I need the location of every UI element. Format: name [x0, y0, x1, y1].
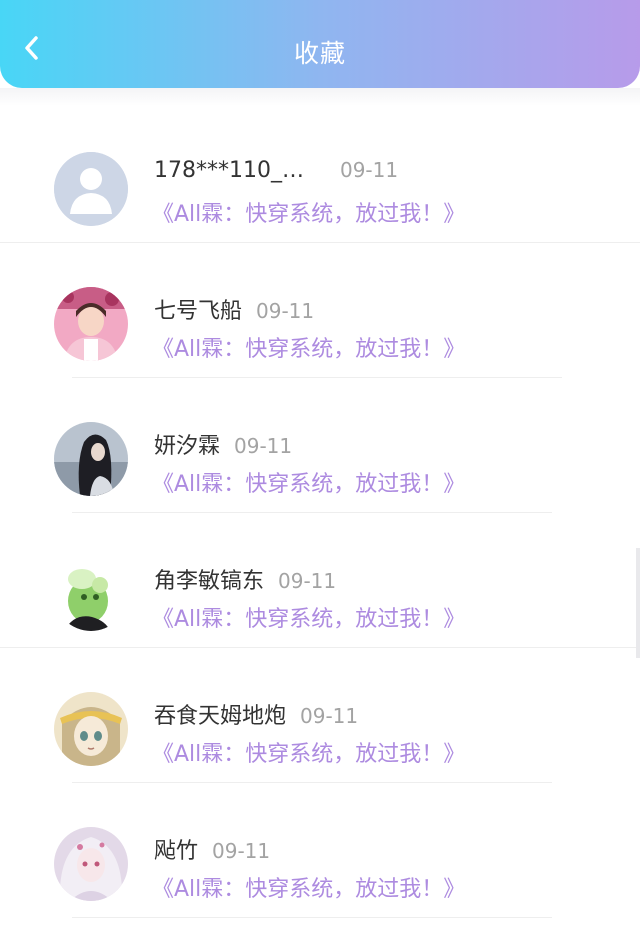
list-item[interactable]: 178***110_… 09-11 《All霖：快穿系统，放过我！》: [0, 108, 640, 243]
user-name: 七号飞船: [154, 299, 243, 324]
green-character-avatar-icon: [54, 557, 128, 631]
date: 09-11: [339, 158, 399, 182]
avatar[interactable]: [54, 152, 128, 226]
default-user-avatar-icon: [54, 152, 128, 226]
header-bar: 收藏: [0, 0, 640, 88]
avatar[interactable]: [54, 557, 128, 631]
list-item[interactable]: 飐竹 09-11 《All霖：快穿系统，放过我！》: [0, 783, 640, 918]
date: 09-11: [234, 434, 293, 458]
pink-photo-avatar-icon: [54, 287, 128, 361]
avatar[interactable]: [54, 692, 128, 766]
favorites-list: 178***110_… 09-11 《All霖：快穿系统，放过我！》 七号飞船 09…: [0, 108, 640, 918]
date: 09-11: [300, 704, 359, 728]
user-line: 飐竹 09-11: [154, 833, 270, 865]
user-line: 吞食天姆地炮 09-11: [154, 698, 358, 730]
anime-girl-avatar-icon: [54, 692, 128, 766]
list-item[interactable]: 七号飞船 09-11 《All霖：快穿系统，放过我！》: [0, 243, 640, 378]
book-title-link[interactable]: 《All霖：快穿系统，放过我！》: [152, 196, 465, 228]
divider: [72, 917, 552, 918]
avatar[interactable]: [54, 287, 128, 361]
avatar[interactable]: [54, 827, 128, 901]
scrollbar[interactable]: [636, 548, 640, 658]
book-title-link[interactable]: 《All霖：快穿系统，放过我！》: [152, 871, 465, 903]
book-title-link[interactable]: 《All霖：快穿系统，放过我！》: [152, 466, 465, 498]
book-title-link[interactable]: 《All霖：快穿系统，放过我！》: [152, 736, 465, 768]
list-item[interactable]: 妍汐霖 09-11 《All霖：快穿系统，放过我！》: [0, 378, 640, 513]
book-title-link[interactable]: 《All霖：快穿系统，放过我！》: [152, 601, 465, 633]
date: 09-11: [256, 299, 315, 323]
user-name: 角李敏镐东: [154, 569, 265, 594]
user-name: 飐竹: [154, 839, 199, 864]
user-line: 七号飞船 09-11: [154, 293, 314, 325]
date: 09-11: [278, 569, 337, 593]
page-title: 收藏: [293, 39, 346, 68]
user-name: 178***110_…: [154, 158, 304, 183]
user-name: 妍汐霖: [154, 434, 221, 459]
user-line: 妍汐霖 09-11: [154, 428, 292, 460]
user-line: 角李敏镐东 09-11: [154, 563, 336, 595]
user-name: 吞食天姆地炮: [154, 704, 287, 729]
user-line: 178***110_… 09-11: [154, 158, 398, 183]
book-title-link[interactable]: 《All霖：快穿系统，放过我！》: [152, 331, 465, 363]
list-item[interactable]: 角李敏镐东 09-11 《All霖：快穿系统，放过我！》: [0, 513, 640, 648]
avatar[interactable]: [54, 422, 128, 496]
header-shadow-divider: [0, 88, 640, 106]
list-item[interactable]: 吞食天姆地炮 09-11 《All霖：快穿系统，放过我！》: [0, 648, 640, 783]
girl-dark-hair-avatar-icon: [54, 422, 128, 496]
date: 09-11: [212, 839, 271, 863]
white-hair-girl-avatar-icon: [54, 827, 128, 901]
